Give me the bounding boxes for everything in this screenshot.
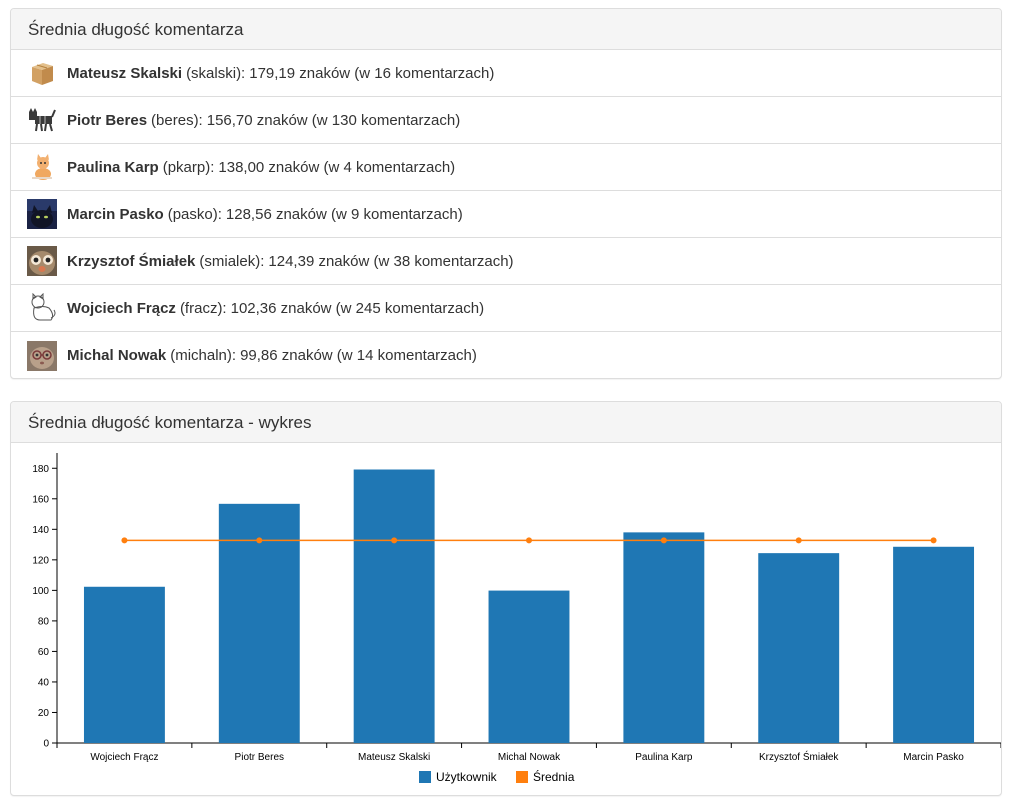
- panel-title: Średnia długość komentarza - wykres: [11, 402, 1001, 443]
- y-tick-label: 140: [32, 525, 49, 536]
- user-name: Piotr Beres: [67, 111, 148, 129]
- user-list: Mateusz Skalski (skalski): 179,19 znaków…: [11, 50, 1001, 379]
- user-stats: 156,70 znaków (w 130 komentarzach): [206, 111, 461, 129]
- y-tick-label: 100: [32, 586, 49, 597]
- user-login: (pasko):: [167, 205, 222, 223]
- average-point: [391, 537, 398, 544]
- user-stats: 138,00 znaków (w 4 komentarzach): [218, 158, 456, 176]
- user-stats: 179,19 znaków (w 16 komentarzach): [249, 64, 495, 82]
- average-comment-length-panel: Średnia długość komentarza Mateusz Skals…: [10, 8, 1002, 379]
- y-tick-label: 120: [32, 555, 49, 566]
- dark-cat-avatar-icon: [27, 199, 57, 229]
- bar: [488, 590, 570, 743]
- user-stats: 99,86 znaków (w 14 komentarzach): [240, 347, 477, 364]
- list-item: Wojciech Frącz (fracz): 102,36 znaków (w…: [11, 285, 1001, 332]
- legend-swatch: [419, 771, 431, 783]
- x-tick-label: Mateusz Skalski: [358, 752, 430, 763]
- cat-avatar-icon: [27, 105, 57, 135]
- user-name: Mateusz Skalski: [67, 64, 183, 82]
- owl-avatar-icon: [27, 246, 57, 276]
- y-tick-label: 20: [38, 708, 50, 719]
- user-login: (beres):: [151, 111, 203, 129]
- average-point: [526, 537, 532, 544]
- bar: [83, 586, 165, 743]
- y-tick-label: 0: [43, 739, 49, 750]
- bar: [623, 532, 705, 743]
- user-name: Marcin Pasko: [67, 205, 164, 223]
- user-login: (skalski):: [186, 64, 246, 82]
- bar: [893, 546, 975, 743]
- list-item: Piotr Beres (beres): 156,70 znaków (w 13…: [11, 97, 1001, 144]
- bar: [758, 553, 840, 743]
- user-stats: 128,56 znaków (w 9 komentarzach): [225, 205, 463, 223]
- average-point: [795, 537, 802, 544]
- y-tick-label: 160: [32, 494, 49, 505]
- y-tick-label: 60: [38, 647, 50, 658]
- list-item: Michal Nowak (michaln): 99,86 znaków (w …: [11, 332, 1001, 379]
- user-name: Paulina Karp: [67, 158, 159, 176]
- glasses-cat-avatar-icon: [27, 340, 57, 371]
- legend-label: Użytkownik: [436, 770, 498, 784]
- kitten-avatar-icon: [27, 152, 57, 182]
- bar-chart: 0 20 40 60 80 100 120 140 160 180 Wojciech Frącz Pi…: [32, 453, 1001, 784]
- user-login: (fracz):: [179, 299, 227, 317]
- x-tick-label: Michal Nowak: [498, 752, 561, 763]
- x-tick-label: Piotr Beres: [235, 752, 284, 763]
- y-tick-label: 180: [32, 464, 49, 475]
- x-tick-label: Paulina Karp: [635, 752, 693, 763]
- user-stats: 124,39 znaków (w 38 komentarzach): [268, 252, 514, 270]
- user-login: (pkarp):: [162, 158, 215, 176]
- average-point: [121, 537, 128, 544]
- list-item: Mateusz Skalski (skalski): 179,19 znaków…: [11, 50, 1001, 97]
- average-point: [930, 537, 937, 544]
- list-item: Marcin Pasko (pasko): 128,56 znaków (w 9…: [11, 191, 1001, 238]
- y-tick-label: 80: [38, 616, 50, 627]
- user-name: Krzysztof Śmiałek: [67, 252, 196, 270]
- user-stats: 102,36 znaków (w 245 komentarzach): [230, 299, 485, 317]
- average-point: [660, 537, 667, 544]
- user-login: (smialek):: [199, 252, 265, 270]
- sketch-cat-avatar-icon: [27, 293, 57, 323]
- list-item: Krzysztof Śmiałek (smialek): 124,39 znak…: [11, 238, 1001, 285]
- y-tick-label: 40: [38, 677, 50, 688]
- panel-title: Średnia długość komentarza: [11, 9, 1001, 50]
- x-tick-label: Wojciech Frącz: [90, 752, 158, 763]
- list-item: Paulina Karp (pkarp): 138,00 znaków (w 4…: [11, 144, 1001, 191]
- average-point: [256, 537, 263, 544]
- average-comment-length-chart-panel: Średnia długość komentarza - wykres 0 20 4…: [10, 401, 1002, 796]
- legend-label: Średnia: [533, 769, 575, 784]
- box-avatar-icon: [27, 58, 57, 88]
- x-tick-label: Krzysztof Śmiałek: [759, 750, 839, 763]
- user-name: Wojciech Frącz: [67, 299, 176, 317]
- bar: [353, 469, 435, 743]
- user-name: Michal Nowak: [67, 347, 167, 364]
- legend-swatch: [516, 771, 528, 783]
- x-tick-label: Marcin Pasko: [903, 752, 964, 763]
- user-login: (michaln):: [170, 347, 237, 364]
